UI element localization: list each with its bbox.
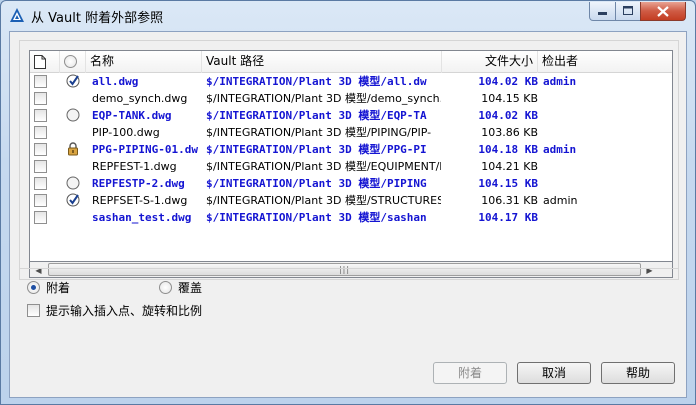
checked-out-icon	[66, 73, 84, 90]
file-name: PPG-PIPING-01.dw	[92, 143, 198, 156]
prompt-option-label: 提示输入插入点、旋转和比例	[46, 304, 203, 318]
document-icon	[34, 55, 46, 69]
table-row[interactable]: sashan_test.dwg $/INTEGRATION/Plant 3D 模型…	[30, 209, 672, 226]
header-status-column[interactable]	[60, 51, 86, 73]
file-size: 103.86 KB	[481, 126, 538, 139]
row-select-checkbox[interactable]	[34, 158, 50, 175]
row-select-checkbox[interactable]	[34, 90, 50, 107]
status-header-icon	[64, 55, 77, 68]
header-path[interactable]: Vault 路径	[202, 51, 442, 73]
checked-out-by: admin	[543, 143, 577, 156]
prompt-checkbox[interactable]	[27, 304, 40, 317]
row-select-checkbox[interactable]	[34, 175, 50, 192]
vault-path: $/INTEGRATION/Plant 3D 模型/STRUCTURES/	[206, 194, 441, 207]
header-name[interactable]: 名称	[86, 51, 202, 73]
header-size[interactable]: 文件大小	[442, 51, 538, 73]
file-size: 104.02 KB	[478, 75, 538, 88]
status-none	[66, 209, 84, 226]
help-button[interactable]: 帮助	[601, 362, 675, 384]
window-title: 从 Vault 附着外部参照	[31, 11, 164, 26]
minimize-button[interactable]	[589, 2, 616, 21]
row-select-checkbox[interactable]	[34, 192, 50, 209]
status-none	[66, 124, 84, 141]
table-row[interactable]: REPFESTP-2.dwg $/INTEGRATION/Plant 3D 模型/…	[30, 175, 672, 192]
vault-path: $/INTEGRATION/Plant 3D 模型/PPG-PI	[206, 143, 427, 156]
file-name: sashan_test.dwg	[92, 211, 192, 224]
checked-out-by	[543, 209, 613, 226]
file-name: REPFEST-1.dwg	[92, 160, 177, 173]
file-size: 104.02 KB	[478, 109, 538, 122]
checked-out-by: admin	[543, 194, 578, 207]
dialog-client: 名称 Vault 路径 文件大小 检出者 all.dwg $/INTEGRATIO…	[9, 31, 687, 398]
attach-option-label: 附着	[46, 281, 71, 295]
file-name: EQP-TANK.dwg	[92, 109, 172, 122]
vault-path: $/INTEGRATION/Plant 3D 模型/PIPING/PIP-	[206, 126, 432, 139]
attach-radio[interactable]	[27, 281, 40, 294]
minimize-icon	[597, 12, 607, 15]
table-row[interactable]: EQP-TANK.dwg $/INTEGRATION/Plant 3D 模型/EQ…	[30, 107, 672, 124]
lock-icon	[66, 141, 84, 158]
close-button[interactable]	[640, 2, 686, 21]
title-bar[interactable]: 从 Vault 附着外部参照	[1, 1, 695, 29]
status-none	[66, 158, 84, 175]
vault-path: $/INTEGRATION/Plant 3D 模型/EQUIPMENT/R	[206, 160, 441, 173]
maximize-icon	[622, 6, 633, 15]
vault-path: $/INTEGRATION/Plant 3D 模型/all.dw	[206, 75, 427, 88]
attach-button[interactable]: 附着	[433, 362, 507, 384]
grid-header: 名称 Vault 路径 文件大小 检出者	[30, 51, 672, 73]
close-icon	[657, 5, 669, 17]
checked-out-icon	[66, 192, 84, 209]
checked-out-by	[543, 90, 613, 107]
attach-option[interactable]: 附着	[27, 279, 70, 296]
header-file-icon-column[interactable]	[30, 51, 60, 73]
table-row[interactable]: PPG-PIPING-01.dw $/INTEGRATION/Plant 3D 模…	[30, 141, 672, 158]
file-size: 104.15 KB	[481, 92, 538, 105]
checked-out-by	[543, 107, 613, 124]
maximize-button[interactable]	[615, 2, 641, 21]
file-name: REPFESTP-2.dwg	[92, 177, 185, 190]
file-size: 104.18 KB	[478, 143, 538, 156]
checked-out-by	[543, 158, 613, 175]
file-size: 106.31 KB	[481, 194, 538, 207]
available-icon	[66, 107, 84, 124]
row-select-checkbox[interactable]	[34, 141, 50, 158]
vault-path: $/INTEGRATION/Plant 3D 模型/demo_synch.	[206, 92, 441, 105]
table-row[interactable]: REPFEST-1.dwg $/INTEGRATION/Plant 3D 模型/E…	[30, 158, 672, 175]
table-row[interactable]: all.dwg $/INTEGRATION/Plant 3D 模型/all.dw 1…	[30, 73, 672, 90]
vault-path: $/INTEGRATION/Plant 3D 模型/EQP-TA	[206, 109, 427, 122]
row-select-checkbox[interactable]	[34, 209, 50, 226]
autocad-logo-icon	[9, 7, 25, 23]
file-size: 104.15 KB	[478, 177, 538, 190]
status-none	[66, 90, 84, 107]
file-name: PIP-100.dwg	[92, 126, 160, 139]
table-row[interactable]: PIP-100.dwg $/INTEGRATION/Plant 3D 模型/PIP…	[30, 124, 672, 141]
file-name: all.dwg	[92, 75, 139, 88]
row-select-checkbox[interactable]	[34, 107, 50, 124]
checked-out-by: admin	[543, 75, 577, 88]
file-list-group: 名称 Vault 路径 文件大小 检出者 all.dwg $/INTEGRATIO…	[19, 40, 679, 280]
overlay-radio[interactable]	[159, 281, 172, 294]
file-size: 104.21 KB	[481, 160, 538, 173]
vault-path: $/INTEGRATION/Plant 3D 模型/PIPING	[206, 177, 427, 190]
file-name: REPFSET-S-1.dwg	[92, 194, 188, 207]
available-icon	[66, 175, 84, 192]
table-row[interactable]: demo_synch.dwg $/INTEGRATION/Plant 3D 模型/…	[30, 90, 672, 107]
checked-out-by	[543, 175, 613, 192]
table-row[interactable]: REPFSET-S-1.dwg $/INTEGRATION/Plant 3D 模型…	[30, 192, 672, 209]
overlay-option[interactable]: 覆盖	[159, 279, 202, 296]
row-select-checkbox[interactable]	[34, 124, 50, 141]
options-group: 附着 覆盖 提示输入插入点、旋转和比例	[19, 268, 679, 326]
file-grid[interactable]: 名称 Vault 路径 文件大小 检出者 all.dwg $/INTEGRATIO…	[29, 50, 673, 262]
row-select-checkbox[interactable]	[34, 73, 50, 90]
prompt-option[interactable]: 提示输入插入点、旋转和比例	[27, 302, 202, 319]
file-size: 104.17 KB	[478, 211, 538, 224]
cancel-button[interactable]: 取消	[517, 362, 591, 384]
file-name: demo_synch.dwg	[92, 92, 188, 105]
overlay-option-label: 覆盖	[178, 281, 203, 295]
checked-out-by	[543, 124, 613, 141]
dialog-window: 从 Vault 附着外部参照 名称 Vault 路径 文件大小 检出者 all.…	[0, 0, 696, 405]
header-checked-out-by[interactable]: 检出者	[538, 51, 672, 73]
vault-path: $/INTEGRATION/Plant 3D 模型/sashan	[206, 211, 427, 224]
